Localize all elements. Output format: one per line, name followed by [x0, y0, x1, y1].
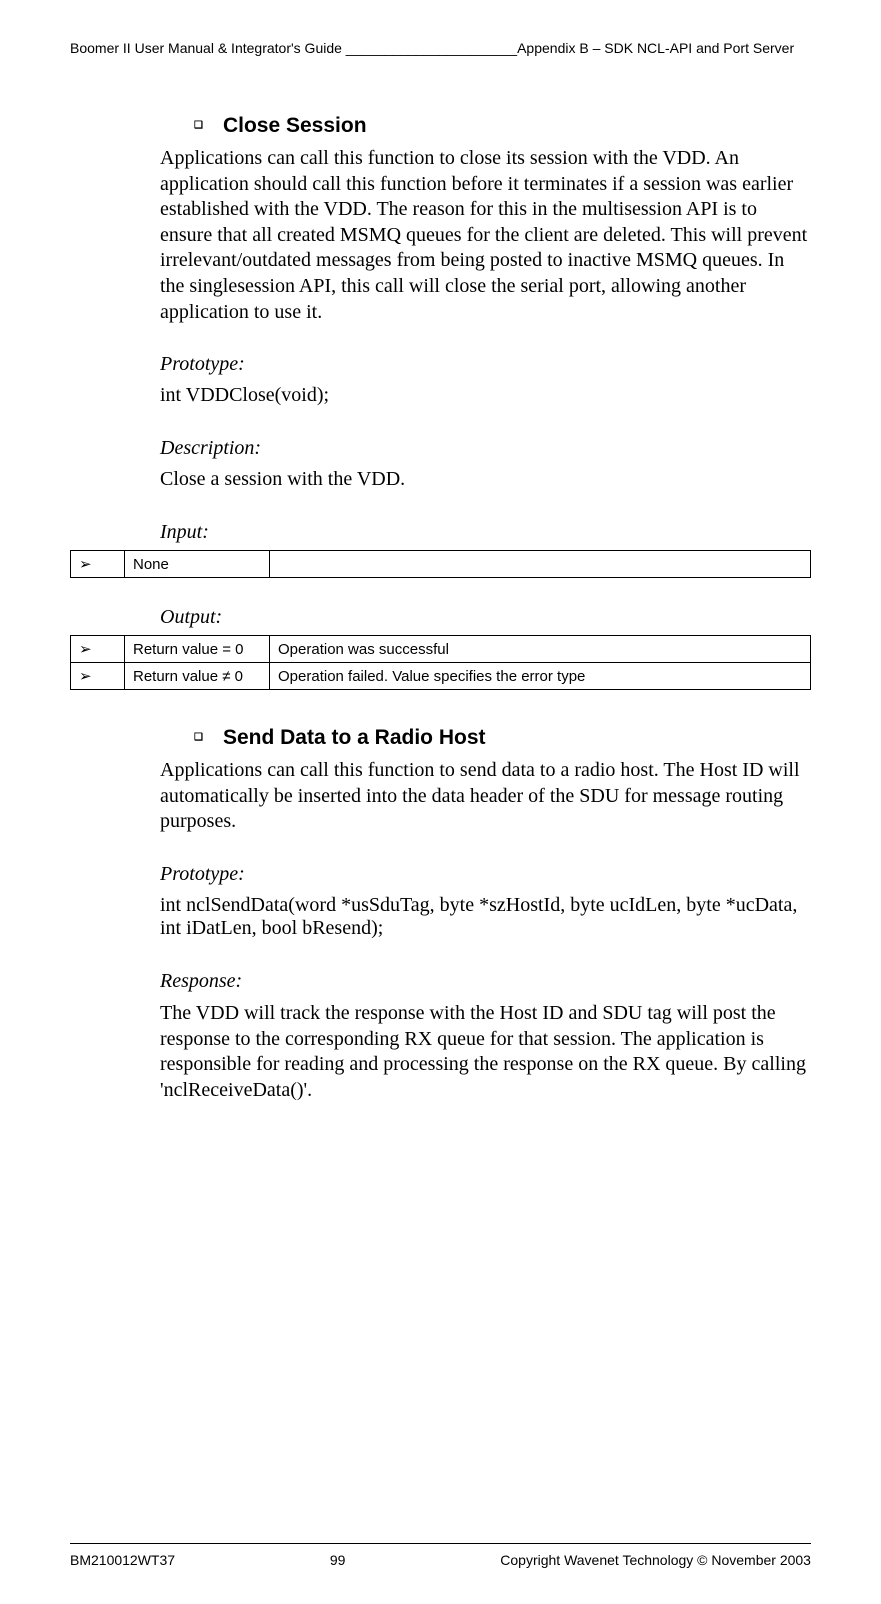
arrow-icon: ➢ — [71, 636, 125, 663]
footer-left: BM210012WT37 — [70, 1552, 175, 1568]
arrow-icon: ➢ — [71, 551, 125, 578]
square-bullet-icon: ❑ — [194, 120, 203, 131]
prototype-code: int VDDClose(void); — [160, 384, 811, 407]
close-session-heading: ❑ Close Session — [160, 114, 811, 138]
table-row: ➢ None — [71, 551, 811, 578]
heading-text: Close Session — [223, 114, 367, 138]
cell: Operation failed. Value specifies the er… — [270, 663, 811, 690]
table-row: ➢ Return value ≠ 0 Operation failed. Val… — [71, 663, 811, 690]
heading-text: Send Data to a Radio Host — [223, 726, 486, 750]
input-table: ➢ None — [70, 550, 811, 578]
output-table: ➢ Return value = 0 Operation was success… — [70, 635, 811, 690]
output-label: Output: — [160, 606, 811, 629]
response-label: Response: — [160, 970, 811, 993]
description-label: Description: — [160, 437, 811, 460]
page-footer: BM210012WT37 99 Copyright Wavenet Techno… — [70, 1543, 811, 1568]
description-text: Close a session with the VDD. — [160, 468, 811, 491]
prototype-label: Prototype: — [160, 863, 811, 886]
send-data-body: Applications can call this function to s… — [160, 758, 811, 835]
square-bullet-icon: ❑ — [194, 732, 203, 743]
content-block: ❑ Close Session Applications can call th… — [160, 114, 811, 1103]
response-text: The VDD will track the response with the… — [160, 1001, 811, 1103]
input-label: Input: — [160, 521, 811, 544]
cell: Return value = 0 — [125, 636, 270, 663]
cell: Return value ≠ 0 — [125, 663, 270, 690]
cell: Operation was successful — [270, 636, 811, 663]
footer-page-number: 99 — [330, 1552, 346, 1568]
prototype-code: int nclSendData(word *usSduTag, byte *sz… — [160, 894, 811, 940]
page: Boomer II User Manual & Integrator's Gui… — [0, 0, 881, 1604]
page-header: Boomer II User Manual & Integrator's Gui… — [70, 40, 811, 56]
send-data-heading: ❑ Send Data to a Radio Host — [160, 726, 811, 750]
footer-right: Copyright Wavenet Technology © November … — [500, 1552, 811, 1568]
cell: None — [125, 551, 270, 578]
arrow-icon: ➢ — [71, 663, 125, 690]
table-row: ➢ Return value = 0 Operation was success… — [71, 636, 811, 663]
close-session-body: Applications can call this function to c… — [160, 146, 811, 325]
prototype-label: Prototype: — [160, 353, 811, 376]
cell — [270, 551, 811, 578]
